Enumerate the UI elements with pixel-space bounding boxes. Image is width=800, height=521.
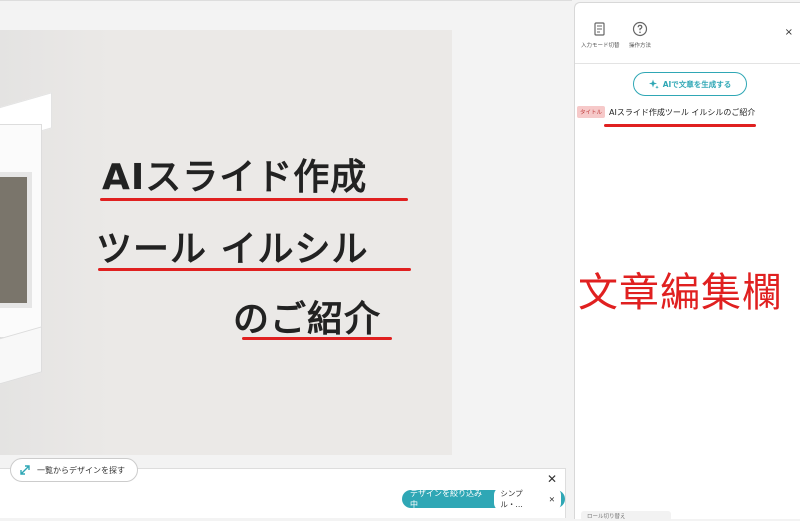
- bottom-hint-label: ロール切り替え: [587, 514, 626, 520]
- text-editor-annotation: 文章編集欄: [578, 270, 783, 316]
- panel-close-icon[interactable]: ×: [785, 27, 793, 38]
- slide-title: AIスライド作成 ツール イルシル のご紹介: [0, 30, 452, 455]
- title-underline-2: [98, 268, 411, 271]
- title-text-field[interactable]: AIスライド作成ツール イルシルのご紹介: [609, 107, 755, 118]
- browse-designs-button[interactable]: 一覧からデザインを探す: [10, 458, 138, 482]
- slide-preview[interactable]: AIスライド作成 ツール イルシル のご紹介: [0, 30, 452, 455]
- question-icon: [632, 21, 648, 37]
- help-label: 操作方法: [629, 43, 652, 49]
- slide-title-line-1: AIスライド作成: [102, 157, 368, 198]
- design-panel-close-icon[interactable]: ✕: [547, 472, 557, 486]
- design-filter-value: シンプル・…: [500, 489, 523, 509]
- slide-title-line-3: のご紹介: [233, 299, 382, 340]
- document-icon: [594, 22, 605, 36]
- slide-title-line-2: ツール イルシル: [96, 229, 369, 270]
- help-button[interactable]: 操作方法: [629, 21, 651, 49]
- ai-generate-label: AIで文章を生成する: [662, 79, 732, 89]
- input-mode-toggle-button[interactable]: 入力モード切替: [581, 21, 620, 49]
- design-filter-label: デザインを絞り込み中: [410, 489, 482, 509]
- top-divider: [0, 0, 572, 1]
- title-badge: タイトル: [577, 106, 606, 118]
- text-edit-panel: 入力モード切替 操作方法 × AIで文章を生成する タイトル AIスライド作成ツ…: [574, 2, 800, 521]
- design-filter-pill[interactable]: デザインを絞り込み中 シンプル・… ✕: [402, 487, 565, 511]
- title-field-row[interactable]: タイトル AIスライド作成ツール イルシルのご紹介: [577, 106, 755, 118]
- expand-icon: [20, 465, 30, 475]
- slide-canvas-area: AIスライド作成 ツール イルシル のご紹介 ✕ デザインを絞り込み中 シンプル…: [0, 0, 572, 518]
- title-underline-1: [100, 198, 408, 201]
- title-field-underline: [604, 124, 756, 127]
- design-filter-tag[interactable]: シンプル・… ✕: [494, 487, 561, 511]
- panel-toolbar: 入力モード切替 操作方法 ×: [575, 3, 800, 64]
- browse-designs-label: 一覧からデザインを探す: [37, 465, 125, 475]
- title-underline-3: [242, 337, 392, 340]
- sparkle-icon: [648, 79, 659, 89]
- input-mode-label: 入力モード切替: [581, 43, 620, 49]
- filter-clear-icon[interactable]: ✕: [549, 495, 555, 504]
- panel-bottom-hint[interactable]: ロール切り替え: [581, 511, 671, 521]
- ai-generate-button[interactable]: AIで文章を生成する: [633, 72, 747, 96]
